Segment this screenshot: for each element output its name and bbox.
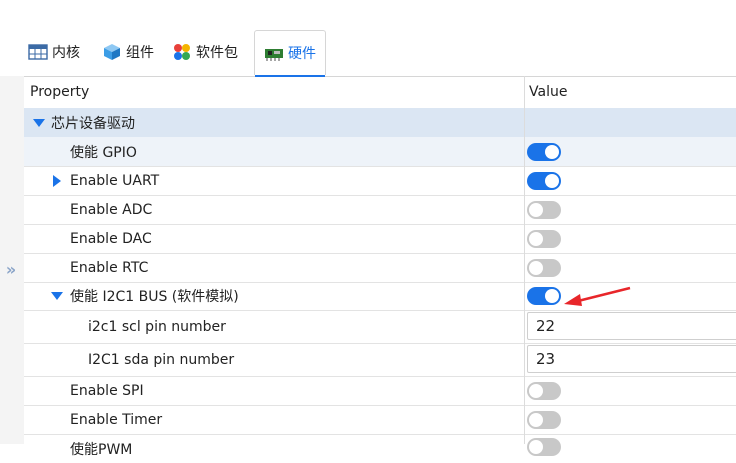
annotation-arrow-icon [564, 286, 631, 306]
expand-caret-icon[interactable] [53, 174, 61, 187]
row-adc[interactable]: Enable ADC [24, 195, 736, 225]
tab-hardware-label: 硬件 [288, 46, 316, 62]
spi-label: Enable SPI [70, 382, 144, 399]
pwm-label: 使能PWM [70, 441, 133, 458]
scl-pin-input[interactable] [527, 312, 736, 340]
table-icon [28, 42, 48, 62]
tab-kernel-label: 内核 [52, 45, 80, 61]
column-divider [524, 76, 525, 444]
pwm-toggle[interactable] [527, 438, 561, 456]
expand-panel-icon[interactable]: » [0, 256, 22, 282]
board-icon [264, 43, 284, 63]
timer-toggle[interactable] [527, 411, 561, 429]
tab-hardware[interactable]: 硬件 [254, 30, 326, 77]
adc-toggle[interactable] [527, 201, 561, 219]
adc-label: Enable ADC [70, 201, 153, 218]
row-gpio[interactable]: 使能 GPIO [24, 137, 736, 167]
dac-toggle[interactable] [527, 230, 561, 248]
uart-toggle[interactable] [527, 172, 561, 190]
property-grid: Property Value 芯片设备驱动 使能 GPIO Enable UAR… [24, 76, 736, 458]
cube-icon [102, 42, 122, 62]
category-row[interactable]: 芯片设备驱动 [24, 108, 736, 138]
scl-label: i2c1 scl pin number [88, 318, 226, 335]
value-column-header: Value [529, 84, 568, 100]
row-timer[interactable]: Enable Timer [24, 405, 736, 435]
gpio-label: 使能 GPIO [70, 144, 137, 161]
i2c1-toggle[interactable] [527, 287, 561, 305]
uart-label: Enable UART [70, 172, 160, 189]
row-spi[interactable]: Enable SPI [24, 376, 736, 406]
sda-pin-input[interactable] [527, 345, 736, 373]
grid-header: Property Value [24, 76, 736, 109]
category-label: 芯片设备驱动 [51, 115, 135, 132]
collapse-caret-icon[interactable] [33, 118, 45, 127]
packages-icon [172, 42, 192, 62]
i2c1-label: 使能 I2C1 BUS (软件模拟) [70, 289, 239, 305]
tab-packages[interactable]: 软件包 [172, 32, 238, 72]
tab-packages-label: 软件包 [196, 45, 238, 61]
spi-toggle[interactable] [527, 382, 561, 400]
row-sda[interactable]: I2C1 sda pin number [24, 343, 736, 377]
sda-label: I2C1 sda pin number [88, 351, 235, 368]
dac-label: Enable DAC [70, 230, 152, 247]
row-scl[interactable]: i2c1 scl pin number [24, 310, 736, 344]
gpio-toggle[interactable] [527, 143, 561, 161]
rtc-toggle[interactable] [527, 259, 561, 277]
tab-kernel[interactable]: 内核 [28, 32, 80, 72]
tab-components[interactable]: 组件 [102, 32, 154, 72]
collapse-caret-icon[interactable] [51, 292, 63, 300]
timer-label: Enable Timer [70, 411, 163, 428]
row-rtc[interactable]: Enable RTC [24, 253, 736, 283]
tab-bar: 内核 组件 软件包 硬件 [24, 28, 736, 77]
rtc-label: Enable RTC [70, 259, 149, 276]
row-uart[interactable]: Enable UART [24, 166, 736, 196]
property-column-header: Property [30, 84, 90, 100]
row-dac[interactable]: Enable DAC [24, 224, 736, 254]
row-pwm[interactable]: 使能PWM [24, 434, 736, 463]
tab-components-label: 组件 [126, 45, 154, 61]
